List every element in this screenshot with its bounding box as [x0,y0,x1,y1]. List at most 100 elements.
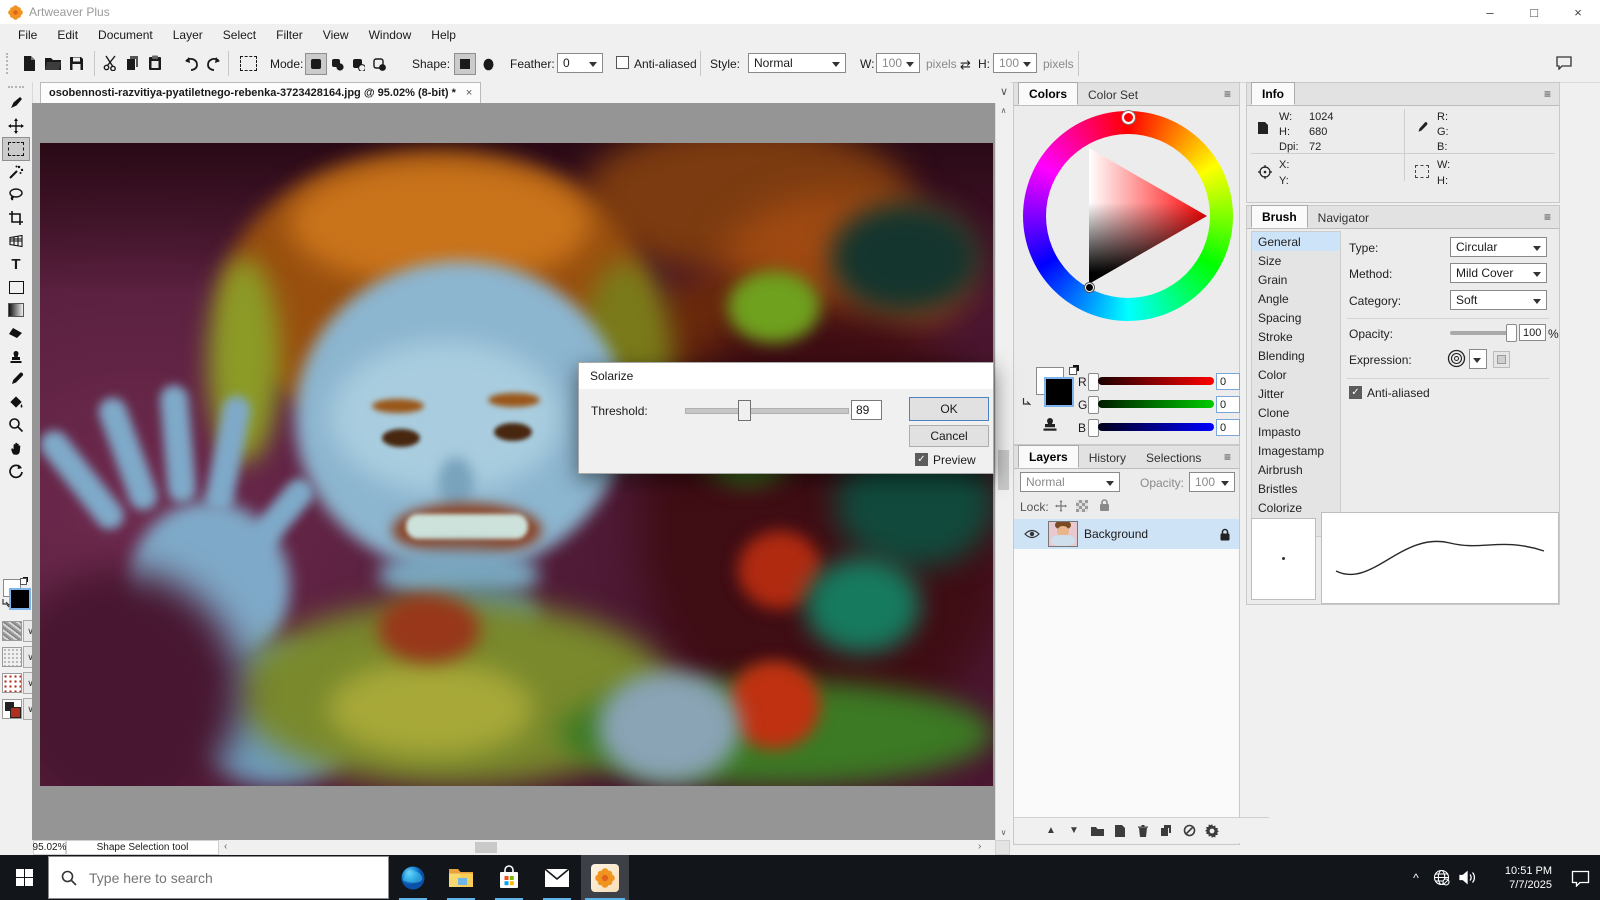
dialog-title-bar[interactable]: Solarize [579,363,993,389]
menu-file[interactable]: File [8,26,47,44]
menu-help[interactable]: Help [421,26,466,44]
brush-item-impasto[interactable]: Impasto [1252,422,1340,441]
paste-icon[interactable] [144,52,166,74]
swap-dimensions-icon[interactable]: ⇄ [960,57,971,73]
brush-category-dropdown[interactable]: Soft [1450,290,1547,310]
feedback-bubble-icon[interactable] [1553,52,1575,74]
blue-value-field[interactable]: 0 [1216,419,1240,436]
vertical-scroll-thumb[interactable] [998,450,1009,490]
tab-colors[interactable]: Colors [1018,82,1078,105]
zoom-tool[interactable] [3,414,29,436]
brush-item-jitter[interactable]: Jitter [1252,384,1340,403]
crop-tool[interactable] [3,207,29,229]
document-tab[interactable]: osobennosti-razvitiya-pyatiletnego-reben… [40,82,481,103]
info-panel-menu-icon[interactable]: ≡ [1544,87,1551,101]
menu-layer[interactable]: Layer [163,26,213,44]
copy-icon[interactable] [122,52,144,74]
brush-opacity-value[interactable]: 100 [1519,324,1546,341]
brush-item-grain[interactable]: Grain [1252,270,1340,289]
green-slider-track[interactable] [1098,400,1214,408]
taskbar-clock[interactable]: 10:51 PM 7/7/2025 [1490,864,1552,892]
new-layer-icon[interactable] [1113,824,1127,838]
hand-tool[interactable] [3,437,29,459]
tab-navigator[interactable]: Navigator [1308,207,1379,228]
color-wheel[interactable] [1023,111,1233,321]
move-tool[interactable] [3,115,29,137]
horizontal-scroll-thumb[interactable] [475,842,497,853]
duplicate-layer-icon[interactable] [1159,824,1173,838]
hscroll-right-icon[interactable]: › [978,841,981,852]
toolbar-grip[interactable] [6,53,11,74]
document-tab-close-icon[interactable]: × [466,87,472,99]
rectangular-selection-tool[interactable] [3,138,29,160]
mode-intersect-selection-button[interactable] [369,54,389,74]
layer-row-background[interactable]: Background [1014,519,1239,549]
network-globe-icon[interactable] [1428,869,1454,886]
brush-item-blending[interactable]: Blending [1252,346,1340,365]
tab-color-set[interactable]: Color Set [1078,84,1148,105]
red-slider-track[interactable] [1098,377,1214,385]
new-group-icon[interactable] [1090,824,1104,838]
palette-grip[interactable] [8,86,24,90]
foreground-color-swatch[interactable] [1044,377,1074,407]
tab-layers[interactable]: Layers [1018,445,1079,468]
blend-mode-dropdown[interactable]: Normal [1020,472,1120,492]
expression-dropdown[interactable] [1469,349,1487,369]
layers-panel-menu-icon[interactable]: ≡ [1224,450,1231,464]
hscroll-left-icon[interactable]: ‹ [224,841,227,852]
threshold-value-field[interactable]: 89 [851,400,882,420]
menu-edit[interactable]: Edit [47,26,88,44]
brush-item-color[interactable]: Color [1252,365,1340,384]
lock-position-icon[interactable] [1054,499,1068,513]
width-dropdown[interactable]: 100 [876,53,920,73]
lock-transparency-icon[interactable] [1076,500,1088,512]
triangle-marker[interactable] [1085,283,1094,292]
brush-item-airbrush[interactable]: Airbrush [1252,460,1340,479]
rotate-view-tool[interactable] [3,460,29,482]
vertical-scrollbar[interactable]: ∧ ∨ [995,103,1011,840]
default-colors-icon[interactable] [20,577,28,585]
magic-wand-tool[interactable] [3,161,29,183]
close-button[interactable]: × [1556,0,1600,24]
tab-overflow-chevron-icon[interactable]: ∨ [1000,85,1008,98]
shape-rectangle-button[interactable] [455,54,475,74]
redo-icon[interactable] [203,52,225,74]
new-document-icon[interactable] [18,52,40,74]
tab-history[interactable]: History [1079,447,1136,468]
foreground-color-swatch[interactable] [9,588,31,610]
swap-colors-icon[interactable] [2,598,11,608]
tray-expand-icon[interactable]: ^ [1404,871,1428,885]
taskbar-edge-icon[interactable] [389,855,437,900]
eyedropper-tool[interactable] [3,368,29,390]
brush-item-size[interactable]: Size [1252,251,1340,270]
red-value-field[interactable]: 0 [1216,373,1240,390]
fill-tool[interactable] [3,391,29,413]
brush-item-spacing[interactable]: Spacing [1252,308,1340,327]
swap-colors-icon[interactable] [1022,397,1033,408]
lock-all-icon[interactable] [1098,498,1111,512]
brush-item-bristles[interactable]: Bristles [1252,479,1340,498]
cancel-button[interactable]: Cancel [909,425,989,447]
pen-tool[interactable] [3,92,29,114]
colors-panel-menu-icon[interactable]: ≡ [1224,87,1231,101]
menu-filter[interactable]: Filter [266,26,313,44]
height-dropdown[interactable]: 100 [993,53,1037,73]
perspective-tool[interactable] [3,230,29,252]
stamp-tool[interactable] [3,345,29,367]
brush-item-clone[interactable]: Clone [1252,403,1340,422]
start-button[interactable] [0,855,48,900]
brush-panel-menu-icon[interactable]: ≡ [1544,210,1551,224]
threshold-slider-thumb[interactable] [738,400,751,421]
brush-opacity-track[interactable] [1450,331,1512,335]
brush-type-dropdown[interactable]: Circular [1450,237,1547,257]
tab-selections[interactable]: Selections [1136,447,1211,468]
menu-view[interactable]: View [313,26,359,44]
mode-subtract-selection-button[interactable] [348,54,368,74]
layer-settings-gear-icon[interactable] [1205,824,1219,838]
eraser-tool[interactable] [3,322,29,344]
expression-settings-button[interactable] [1493,351,1510,368]
open-document-icon[interactable] [42,52,64,74]
action-center-icon[interactable] [1560,869,1600,887]
expression-brush-icon[interactable] [1447,349,1466,368]
maximize-button[interactable]: □ [1512,0,1556,24]
